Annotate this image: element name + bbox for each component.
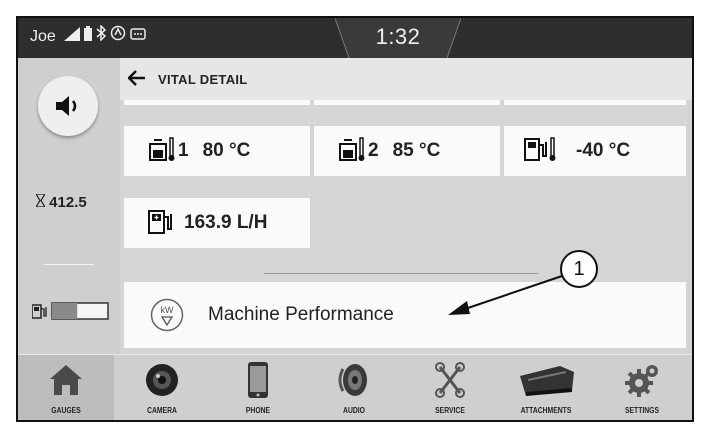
tile-value: 85 °C: [392, 140, 441, 161]
camera-icon: [144, 362, 180, 403]
hourglass-icon: [34, 193, 49, 211]
callout-number: 1: [560, 250, 598, 288]
signal-icon: [64, 27, 80, 46]
divider: [44, 264, 94, 265]
fuel-level-gauge: [31, 300, 112, 327]
nav-label: ATTACHMENTS: [520, 406, 572, 415]
coolant-temp-icon: [148, 136, 176, 167]
tile-value: -40 °C: [576, 140, 631, 161]
separator-line: [264, 273, 538, 274]
nav-service[interactable]: SERVICE: [402, 355, 498, 420]
nav-phone[interactable]: PHONE: [210, 355, 306, 420]
engine-hours: 412.5: [34, 193, 87, 211]
battery-icon: [84, 26, 92, 46]
tile-index: 1: [178, 140, 189, 161]
nav-settings[interactable]: SETTINGS: [594, 355, 690, 420]
scrolled-card-edge: [504, 100, 686, 105]
status-icons: [64, 24, 146, 46]
bucket-icon: [516, 362, 576, 403]
kw-icon: kW: [150, 298, 184, 337]
display-screen: Joe 1:32 412.5 VITAL DETAIL 1 80 °C 2 85…: [16, 16, 694, 422]
clock: 1:32: [375, 24, 421, 49]
left-panel: 412.5: [18, 58, 120, 354]
tile-value: 80 °C: [202, 140, 251, 161]
nav-label: CAMERA: [147, 406, 177, 415]
audio-speaker-icon: [335, 361, 373, 404]
fuel-temp-tile[interactable]: -40 °C: [504, 126, 686, 176]
message-icon: [130, 27, 146, 46]
tile-index: 2: [368, 140, 379, 161]
speaker-icon: [56, 95, 82, 122]
bottom-navigation: GAUGES CAMERA PHONE AUDIO SERVICE ATTACH…: [18, 354, 692, 420]
gear-icon: [623, 361, 661, 404]
machine-performance-label: Machine Performance: [208, 304, 394, 325]
coolant-temp-tile-2[interactable]: 2 85 °C: [314, 126, 500, 176]
nav-label: GAUGES: [51, 406, 81, 415]
user-name: Joe: [30, 28, 56, 45]
sound-button[interactable]: [38, 76, 98, 136]
coolant-temp-icon: [338, 136, 366, 167]
scrolled-card-edge: [314, 100, 500, 105]
gps-icon: [110, 25, 126, 46]
home-icon: [48, 363, 84, 402]
machine-performance-button[interactable]: kW Machine Performance: [124, 282, 686, 348]
fuel-rate-icon: [148, 207, 174, 240]
nav-label: PHONE: [245, 406, 271, 415]
fuel-pump-icon: [31, 304, 47, 319]
nav-attachments[interactable]: ATTACHMENTS: [498, 355, 594, 420]
nav-label: SETTINGS: [624, 406, 659, 415]
bluetooth-icon: [96, 24, 107, 46]
tile-value: 163.9 L/H: [184, 212, 268, 233]
nav-audio[interactable]: AUDIO: [306, 355, 402, 420]
clock-tab: 1:32: [335, 18, 461, 58]
fuel-rate-tile[interactable]: 163.9 L/H: [124, 198, 310, 248]
fuel-temp-icon: [524, 136, 558, 167]
nav-label: SERVICE: [435, 406, 465, 415]
back-arrow-icon[interactable]: [127, 70, 146, 91]
scrolled-card-edge: [124, 100, 310, 105]
wrench-icon: [432, 361, 468, 404]
coolant-temp-tile-1[interactable]: 1 80 °C: [124, 126, 310, 176]
engine-hours-value: 412.5: [49, 194, 87, 211]
nav-label: AUDIO: [343, 406, 365, 415]
status-bar: Joe 1:32: [18, 18, 692, 58]
page-title: VITAL DETAIL: [158, 72, 248, 87]
kw-icon-text: kW: [161, 305, 175, 315]
page-header: VITAL DETAIL: [120, 58, 692, 100]
nav-gauges[interactable]: GAUGES: [18, 355, 114, 420]
nav-camera[interactable]: CAMERA: [114, 355, 210, 420]
phone-icon: [247, 361, 269, 404]
